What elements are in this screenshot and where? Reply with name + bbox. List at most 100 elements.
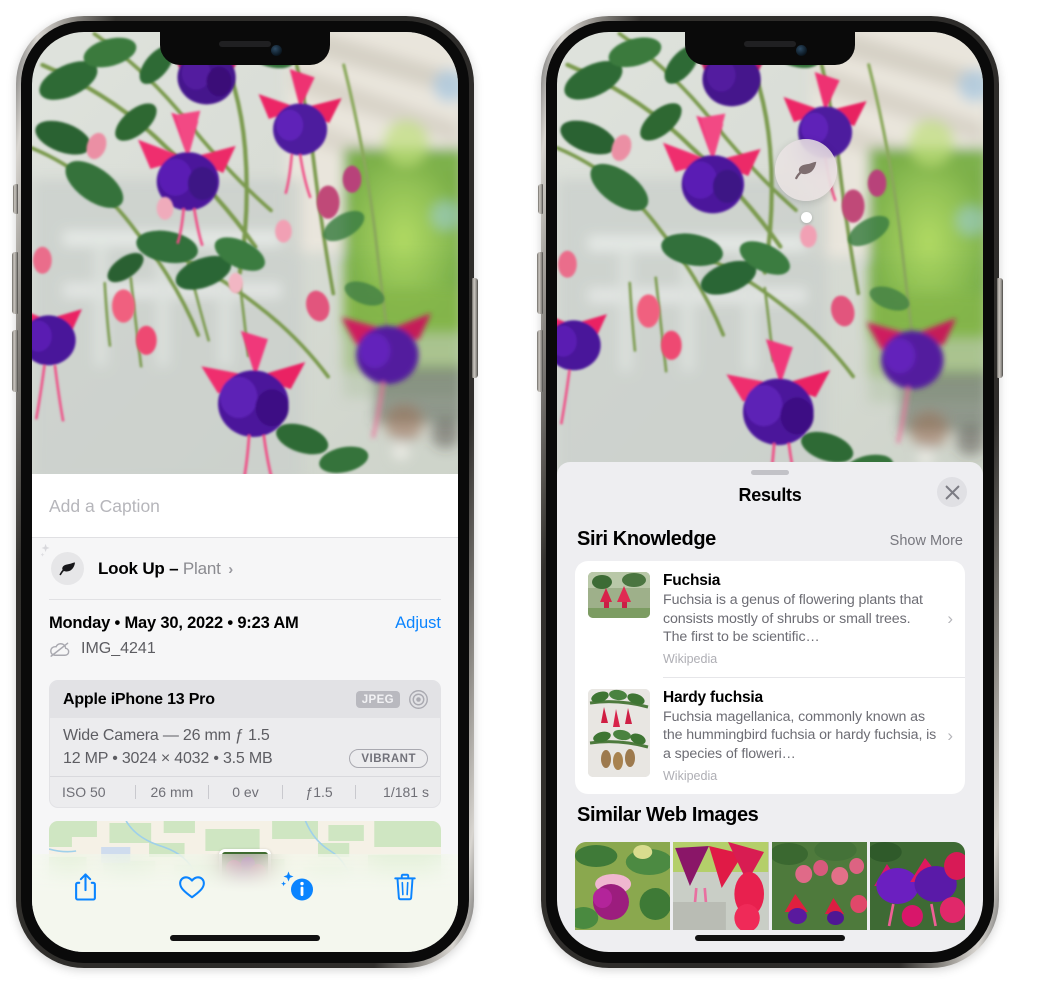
screen-left: Add a Caption Look Up – Plant › Monday •… [32,32,458,952]
web-image-4[interactable] [869,841,965,930]
similar-web-images-strip[interactable] [575,841,965,930]
device-bezel: Add a Caption Look Up – Plant › Monday •… [21,21,469,963]
chevron-right-icon: › [947,608,953,628]
capture-date: Monday • May 30, 2022 • 9:23 AM [49,614,299,632]
filename-label: IMG_4241 [81,640,156,657]
result-description: Fuchsia magellanica, commonly known as t… [663,708,937,762]
caption-input[interactable]: Add a Caption [32,474,458,538]
look-up-subject: Plant [182,558,221,578]
iphone-right-device: Results Siri Knowledge Show More Fuchsia… [537,16,1003,968]
aperture-icon [409,690,428,709]
leaf-icon [795,161,817,180]
similar-web-images-header: Similar Web Images [557,794,983,837]
home-indicator[interactable] [695,935,845,941]
delete-button[interactable] [377,866,433,908]
share-icon [74,873,96,901]
info-sparkle-icon [281,871,314,901]
fuchsia-photo [557,32,983,484]
visual-lookup-badge[interactable] [775,139,837,201]
stat-iso: ISO 50 [62,784,106,800]
visual-lookup-pointer [801,212,812,223]
results-header: Results [557,475,983,518]
color-profile-badge: VIBRANT [349,749,428,768]
web-image-thumb [869,841,965,930]
share-button[interactable] [57,866,113,908]
knowledge-item[interactable]: Hardy fuchsia Fuchsia magellanica, commo… [575,678,965,794]
result-text: Hardy fuchsia Fuchsia magellanica, commo… [663,689,953,783]
photo-viewer[interactable] [32,32,458,474]
result-title: Hardy fuchsia [663,688,763,706]
close-button[interactable] [937,477,967,507]
siri-knowledge-header: Siri Knowledge Show More [557,518,983,561]
web-image-1[interactable] [575,841,671,930]
exif-header: Apple iPhone 13 Pro JPEG [50,681,440,718]
screen-right: Results Siri Knowledge Show More Fuchsia… [557,32,983,952]
exif-stats-row: ISO 50 26 mm 0 ev ƒ1.5 1/181 s [50,776,440,807]
format-badge: JPEG [355,691,400,708]
result-thumbnail [588,688,650,777]
fuchsia-thumb-1 [588,572,650,618]
cloud-slash-icon [50,642,70,657]
section-title: Siri Knowledge [577,528,716,550]
adjust-button[interactable]: Adjust [395,614,441,633]
camera-model: Apple iPhone 13 Pro [63,690,215,708]
web-image-thumb [575,841,671,930]
lookup-section: Look Up – Plant › Monday • May 30, 2022 … [32,538,458,887]
results-title: Results [738,485,802,505]
result-thumbnail [588,572,650,618]
leaf-badge-circle [51,552,84,585]
stat-focal: 26 mm [150,784,194,800]
web-image-2[interactable] [673,841,769,930]
knowledge-item[interactable]: Fuchsia Fuchsia is a genus of flowering … [575,561,965,677]
device-notch [160,32,330,65]
result-title: Fuchsia [663,572,721,589]
web-image-3[interactable] [771,841,867,930]
leaf-icon [59,562,76,576]
chevron-right-icon: › [947,725,953,745]
result-text: Fuchsia Fuchsia is a genus of flowering … [663,572,953,666]
look-up-label: Look Up – Plant › [98,559,233,579]
size-line: 12 MP • 3024 × 4032 • 3.5 MB [63,749,273,767]
info-button[interactable] [270,866,326,908]
device-bezel: Results Siri Knowledge Show More Fuchsia… [546,21,994,963]
chevron-right-icon: › [228,560,233,578]
siri-knowledge-card: Fuchsia Fuchsia is a genus of flowering … [575,561,965,794]
stat-ev: 0 ev [232,784,259,800]
results-sheet: Results Siri Knowledge Show More Fuchsia… [557,462,983,952]
metadata-block: Monday • May 30, 2022 • 9:23 AM Adjust I… [32,600,458,668]
fuchsia-photo [32,32,458,474]
favorite-button[interactable] [164,866,220,908]
stat-shutter: 1/181 s [383,784,429,800]
device-notch [685,32,855,65]
home-indicator[interactable] [170,935,320,941]
screenshot-stage: Add a Caption Look Up – Plant › Monday •… [0,0,1055,985]
heart-icon [178,876,205,899]
stat-aperture: ƒ1.5 [305,784,333,800]
photo-info-sheet: Add a Caption Look Up – Plant › Monday •… [32,474,458,952]
exif-card[interactable]: Apple iPhone 13 Pro JPEG Wide Camera — 2… [49,680,441,808]
section-title: Similar Web Images [577,803,759,826]
power-button[interactable] [472,278,478,378]
result-source: Wikipedia [663,651,718,666]
iphone-left-device: Add a Caption Look Up – Plant › Monday •… [12,16,478,968]
web-image-thumb [673,841,769,930]
volume-up-button[interactable] [537,252,543,314]
show-more-button[interactable]: Show More [890,533,963,549]
fuchsia-thumb-2 [588,688,650,777]
photo-viewer[interactable] [557,32,983,484]
trash-icon [394,873,416,901]
exif-body: Wide Camera — 26 mm ƒ 1.5 12 MP • 3024 ×… [50,718,440,776]
earpiece-speaker [219,41,271,47]
front-camera [271,45,282,56]
volume-down-button[interactable] [12,330,18,392]
look-up-row[interactable]: Look Up – Plant › [32,538,458,599]
volume-down-button[interactable] [537,330,543,392]
power-button[interactable] [997,278,1003,378]
volume-up-button[interactable] [12,252,18,314]
result-description: Fuchsia is a genus of flowering plants t… [663,592,923,646]
silent-switch[interactable] [538,184,543,214]
lens-line: Wide Camera — 26 mm ƒ 1.5 [63,727,270,744]
result-source: Wikipedia [663,768,718,783]
front-camera [796,45,807,56]
silent-switch[interactable] [13,184,18,214]
